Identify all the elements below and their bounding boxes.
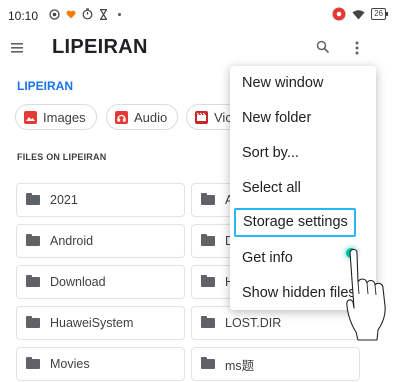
video-icon (195, 110, 208, 124)
app-bar: LIPEIRAN (0, 32, 408, 68)
timer-icon (82, 8, 93, 20)
menu-item-show-hidden-files[interactable]: Show hidden files (242, 285, 356, 301)
folder-icon (201, 316, 215, 328)
folder-item[interactable]: Movies (16, 347, 185, 381)
menu-item-new-window[interactable]: New window (242, 75, 323, 91)
breadcrumb[interactable]: LIPEIRAN (17, 79, 73, 93)
folder-item[interactable]: LOST.DIR (191, 306, 360, 340)
folder-name: HuaweiSystem (50, 316, 134, 330)
menu-item-new-folder[interactable]: New folder (242, 110, 311, 126)
more-vert-icon[interactable] (354, 40, 360, 56)
folder-icon (26, 275, 40, 287)
menu-item-select-all[interactable]: Select all (242, 180, 301, 196)
dot-icon (118, 12, 121, 16)
recording-indicator-icon (332, 7, 346, 21)
menu-item-storage-settings[interactable]: Storage settings (234, 208, 356, 237)
page-title: LIPEIRAN (52, 36, 148, 58)
chip-label: Images (43, 109, 86, 125)
folder-name: ms题 (225, 358, 255, 373)
status-system-icons: 26 (332, 7, 388, 21)
search-icon[interactable] (316, 40, 330, 54)
menu-icon[interactable] (10, 41, 26, 55)
folder-icon (26, 316, 40, 328)
status-notification-icons (49, 8, 121, 20)
folder-name: LOST.DIR (225, 316, 282, 330)
folder-item[interactable]: HuaweiSystem (16, 306, 185, 340)
folder-icon (201, 193, 215, 205)
image-icon (24, 110, 37, 124)
chip-audio[interactable]: Audio (106, 104, 179, 130)
folder-item[interactable]: 2021 (16, 183, 185, 217)
heart-icon (66, 10, 76, 18)
folder-icon (26, 234, 40, 246)
folder-item[interactable]: ms题 (191, 347, 360, 381)
status-time: 10:10 (8, 9, 39, 23)
chip-images[interactable]: Images (15, 104, 97, 130)
folder-icon (201, 275, 215, 287)
wifi-icon (352, 9, 365, 19)
folder-icon (201, 357, 215, 369)
section-header: FILES ON LIPEIRAN (17, 152, 107, 162)
audio-icon (115, 110, 128, 124)
folder-icon (26, 193, 40, 205)
folder-name: Android (50, 234, 94, 248)
battery-level: 26 (371, 8, 386, 20)
battery-icon: 26 (371, 8, 388, 20)
chip-label: Audio (134, 109, 168, 125)
menu-item-sort-by[interactable]: Sort by... (242, 145, 299, 161)
hourglass-icon (99, 8, 108, 20)
pointing-hand-icon (346, 248, 386, 341)
folder-name: Movies (50, 357, 90, 371)
folder-icon (201, 234, 215, 246)
folder-icon (26, 357, 40, 369)
folder-name: 2021 (50, 193, 78, 207)
folder-item[interactable]: Download (16, 265, 185, 299)
status-bar: 10:10 26 (0, 0, 408, 32)
menu-item-get-info[interactable]: Get info (242, 250, 293, 266)
screen-record-icon (49, 8, 60, 20)
folder-item[interactable]: Android (16, 224, 185, 258)
folder-name: Download (50, 275, 106, 289)
